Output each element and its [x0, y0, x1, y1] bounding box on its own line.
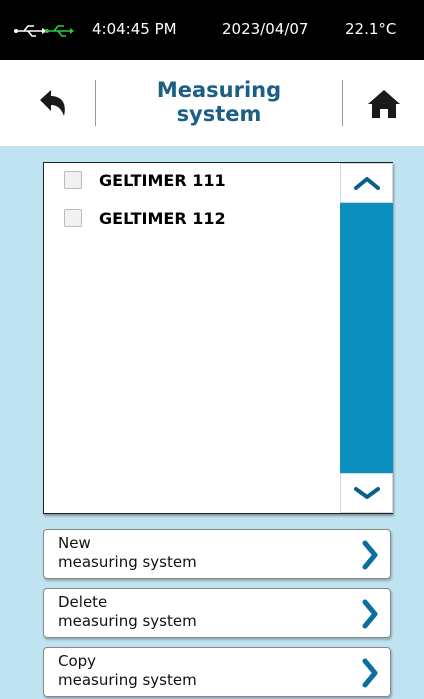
page-title: Measuring system [96, 78, 342, 126]
action-label-line2: measuring system [58, 671, 197, 689]
chevron-right-icon [362, 540, 378, 570]
list-item-label: GELTIMER 112 [99, 208, 226, 228]
new-measuring-system-button[interactable]: New measuring system [43, 529, 391, 579]
action-label-line1: Delete [58, 593, 108, 611]
status-temperature: 22.1°C [345, 20, 397, 38]
scroll-up-button[interactable] [340, 163, 393, 203]
status-date: 2023/04/07 [222, 20, 309, 38]
action-label-line1: Copy [58, 652, 97, 670]
home-icon [368, 90, 400, 118]
list-item-label: GELTIMER 111 [99, 170, 226, 190]
header: Measuring system [0, 60, 424, 146]
action-label: Delete measuring system [58, 593, 197, 631]
back-button[interactable] [34, 86, 74, 122]
copy-measuring-system-button[interactable]: Copy measuring system [43, 647, 391, 697]
action-label-line2: measuring system [58, 553, 197, 571]
chevron-up-icon [354, 177, 380, 190]
list-item-checkbox[interactable] [64, 209, 82, 227]
delete-measuring-system-button[interactable]: Delete measuring system [43, 588, 391, 638]
page-title-line2: system [176, 102, 262, 126]
scroll-down-button[interactable] [340, 473, 393, 513]
status-bar: 4:04:45 PM 2023/04/07 22.1°C [0, 0, 424, 60]
action-label-line1: New [58, 534, 91, 552]
chevron-down-icon [354, 487, 380, 499]
action-label: New measuring system [58, 534, 197, 572]
page-title-line1: Measuring [156, 78, 282, 102]
list-item[interactable]: GELTIMER 112 [64, 205, 226, 231]
home-button[interactable] [364, 86, 404, 122]
chevron-right-icon [362, 599, 378, 629]
list-item[interactable]: GELTIMER 111 [64, 167, 226, 193]
back-arrow-icon [40, 90, 65, 116]
action-label-line2: measuring system [58, 612, 197, 630]
header-divider-right [342, 80, 343, 126]
status-time: 4:04:45 PM [92, 20, 177, 38]
action-label: Copy measuring system [58, 652, 197, 690]
list-item-checkbox[interactable] [64, 171, 82, 189]
chevron-right-icon [362, 658, 378, 688]
content-area: GELTIMER 111 GELTIMER 112 New measuring … [0, 146, 424, 699]
scrollbar[interactable] [340, 163, 393, 513]
measuring-system-list: GELTIMER 111 GELTIMER 112 [43, 162, 393, 514]
usb-icon [14, 25, 74, 37]
